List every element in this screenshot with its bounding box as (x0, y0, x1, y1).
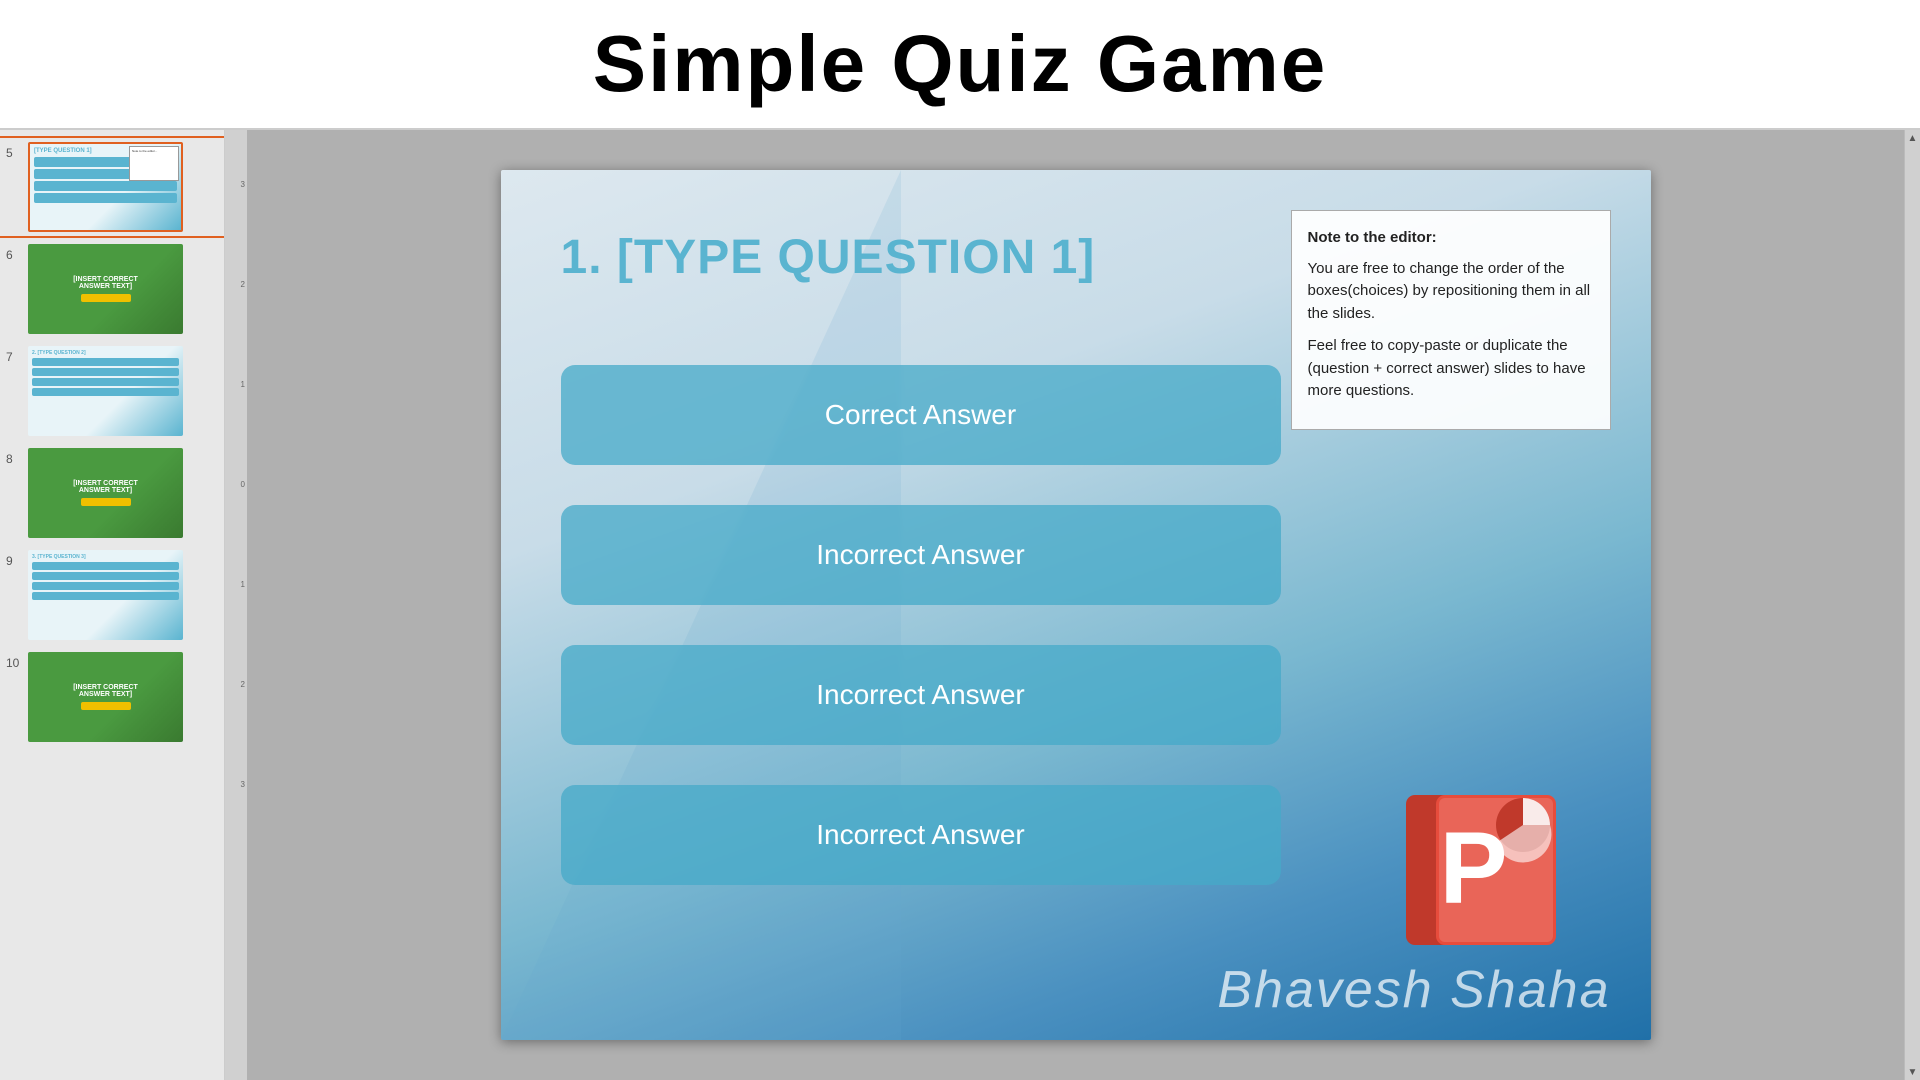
slide-thumbnail-7[interactable]: 7 2. [TYPE QUESTION 2] (0, 342, 224, 440)
answer-button-1[interactable]: Correct Answer (561, 365, 1281, 465)
answer-button-2[interactable]: Incorrect Answer (561, 505, 1281, 605)
app-title: Simple Quiz Game (593, 18, 1327, 110)
note-paragraph-2: Feel free to copy-paste or duplicate the… (1308, 335, 1594, 403)
note-title: Note to the editor: (1308, 227, 1594, 250)
slide-thumbnail-6[interactable]: 6 [INSERT CORRECTANSWER TEXT] (0, 240, 224, 338)
slide-number-10: 10 (6, 656, 24, 670)
slide-number-7: 7 (6, 350, 24, 364)
slide-preview-5: [TYPE QUESTION 1] Note to the editor... (28, 142, 183, 232)
slide-canvas: 1. [TYPE QUESTION 1] Correct Answer Inco… (501, 170, 1651, 1040)
slide-preview-9: 3. [TYPE QUESTION 3] (28, 550, 183, 640)
scroll-down-arrow[interactable]: ▼ (1905, 1064, 1920, 1080)
title-bar: Simple Quiz Game (0, 0, 1920, 130)
slide-number-9: 9 (6, 554, 24, 568)
slide-editor: 1. [TYPE QUESTION 1] Correct Answer Inco… (247, 130, 1904, 1080)
answer-button-3[interactable]: Incorrect Answer (561, 645, 1281, 745)
slide-preview-10: [INSERT CORRECTANSWER TEXT] (28, 652, 183, 742)
slide-thumbnail-10[interactable]: 10 [INSERT CORRECTANSWER TEXT] (0, 648, 224, 746)
right-scrollbar[interactable]: ▲ ▼ (1904, 130, 1920, 1080)
slide-thumbnail-9[interactable]: 9 3. [TYPE QUESTION 3] (0, 546, 224, 644)
powerpoint-logo: P (1391, 780, 1571, 960)
slide-preview-6: [INSERT CORRECTANSWER TEXT] (28, 244, 183, 334)
answer-button-4[interactable]: Incorrect Answer (561, 785, 1281, 885)
slide-preview-8: [INSERT CORRECTANSWER TEXT] (28, 448, 183, 538)
slide-number-5: 5 (6, 146, 24, 160)
main-area: 5 [TYPE QUESTION 1] Note to the editor..… (0, 130, 1920, 1080)
scroll-up-arrow[interactable]: ▲ (1905, 130, 1920, 146)
note-paragraph-1: You are free to change the order of the … (1308, 258, 1594, 326)
slide-thumbnail-8[interactable]: 8 [INSERT CORRECTANSWER TEXT] (0, 444, 224, 542)
bg-shape-3 (501, 170, 901, 1040)
slide-number-6: 6 (6, 248, 24, 262)
editor-note-box: Note to the editor: You are free to chan… (1291, 210, 1611, 430)
brand-text: Bhavesh Shaha (1217, 960, 1610, 1020)
slide-number-8: 8 (6, 452, 24, 466)
slide-thumbnail-5[interactable]: 5 [TYPE QUESTION 1] Note to the editor..… (0, 138, 224, 236)
question-title[interactable]: 1. [TYPE QUESTION 1] (561, 230, 1096, 285)
ruler: 3 2 1 0 1 2 3 (225, 130, 247, 1080)
slide-panel: 5 [TYPE QUESTION 1] Note to the editor..… (0, 130, 225, 1080)
slide-preview-7: 2. [TYPE QUESTION 2] (28, 346, 183, 436)
